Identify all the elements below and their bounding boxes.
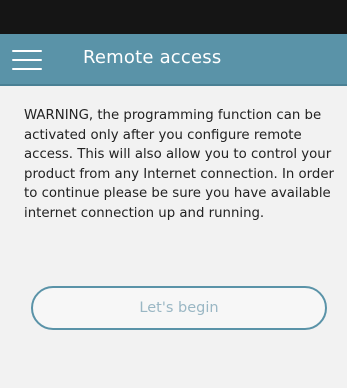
app-bar: Remote access bbox=[0, 34, 347, 86]
menu-button[interactable] bbox=[10, 44, 46, 76]
hamburger-menu-icon bbox=[12, 48, 42, 70]
lets-begin-button[interactable]: Let's begin bbox=[31, 286, 327, 330]
main-content: WARNING, the programming function can be… bbox=[0, 86, 347, 388]
status-bar bbox=[0, 0, 347, 34]
page-title: Remote access bbox=[83, 47, 222, 68]
warning-message: WARNING, the programming function can be… bbox=[24, 108, 334, 221]
